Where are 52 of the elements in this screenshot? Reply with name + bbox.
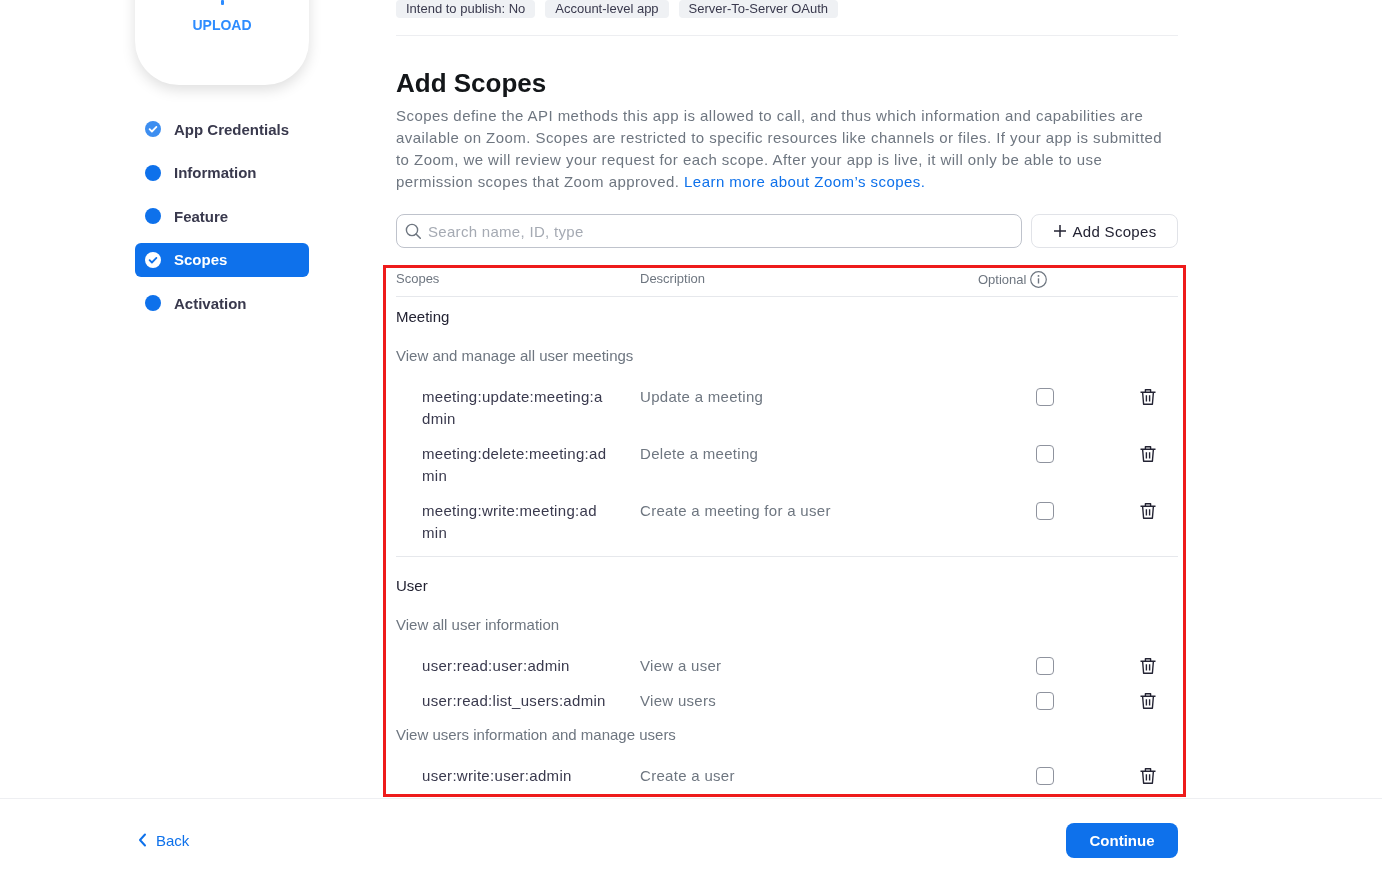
scope-name: user:read:user:admin [422, 656, 570, 676]
trash-icon[interactable] [1139, 657, 1157, 675]
scope-name: meeting:update:meeting:admin [422, 387, 604, 429]
scope-name: user:write:user:admin [422, 766, 572, 786]
sidebar-step[interactable]: Feature [135, 199, 309, 233]
scope-description: Delete a meeting [640, 444, 759, 464]
checkbox[interactable] [1036, 657, 1054, 675]
search-field[interactable]: Search name, ID, type [396, 214, 1022, 248]
trash-icon[interactable] [1139, 445, 1157, 463]
tag: Account-level app [545, 0, 669, 18]
trash-icon[interactable] [1139, 767, 1157, 785]
info-icon[interactable] [1030, 271, 1048, 288]
sidebar-step[interactable]: Information [135, 155, 309, 190]
tag: Intend to publish: No [396, 0, 536, 18]
chevron-left-icon [138, 833, 147, 847]
column-header: Optional [978, 271, 1027, 288]
search-icon [405, 223, 421, 239]
scope-description: Update a meeting [640, 387, 764, 407]
checkbox[interactable] [1036, 388, 1054, 406]
tag: Server-To-Server OAuth [678, 0, 839, 18]
checkbox[interactable] [1036, 502, 1054, 520]
section-title: Add Scopes [396, 67, 548, 99]
checkbox[interactable] [1036, 445, 1054, 463]
back-link[interactable]: Back [138, 831, 190, 849]
subgroup-title: View and manage all user meetings [396, 347, 634, 364]
trash-icon[interactable] [1139, 692, 1157, 710]
sidebar-step[interactable]: App Credentials [135, 112, 309, 146]
trash-icon[interactable] [1139, 502, 1157, 520]
scope-description: View users [640, 691, 717, 711]
trash-icon[interactable] [1139, 388, 1157, 406]
continue-button[interactable]: Continue [1066, 822, 1178, 858]
subgroup-title: View all user information [396, 616, 560, 633]
scope-name: meeting:write:meeting:admin [422, 501, 598, 543]
scope-description: View a user [640, 656, 722, 676]
arrow-stem-icon [220, 0, 224, 5]
group-title: User [396, 577, 428, 594]
column-header: Description [640, 271, 706, 286]
column-header: Scopes [396, 271, 440, 286]
sidebar-step[interactable]: Activation [135, 286, 309, 320]
scope-description: Create a meeting for a user [640, 501, 831, 521]
add-scopes-button[interactable]: Add Scopes [1031, 214, 1178, 248]
scope-name: user:read:list_users:admin [422, 691, 606, 711]
scope-name: meeting:delete:meeting:admin [422, 444, 608, 486]
learn-more-link[interactable]: Learn more about Zoom’s scopes. [684, 173, 926, 190]
checkbox[interactable] [1036, 692, 1054, 710]
plus-icon [1052, 224, 1067, 238]
subgroup-title: View users information and manage users [396, 726, 676, 743]
sidebar-step[interactable]: Scopes [135, 242, 309, 277]
section-description: Scopes define the API methods this app is allowed to call, and thus which information and capabilities are available on Zoom. Scopes are restricted to specific resources like channels or files. If your app is submitted to Zoom, we will review your request for each scope. After your app is live, it will only be able to use permission scopes that Zoom approved. Learn more about Zoom’s scopes. [396, 106, 1164, 192]
group-title: Meeting [396, 308, 450, 325]
checkbox[interactable] [1036, 767, 1054, 785]
scope-description: Create a user [640, 766, 735, 786]
